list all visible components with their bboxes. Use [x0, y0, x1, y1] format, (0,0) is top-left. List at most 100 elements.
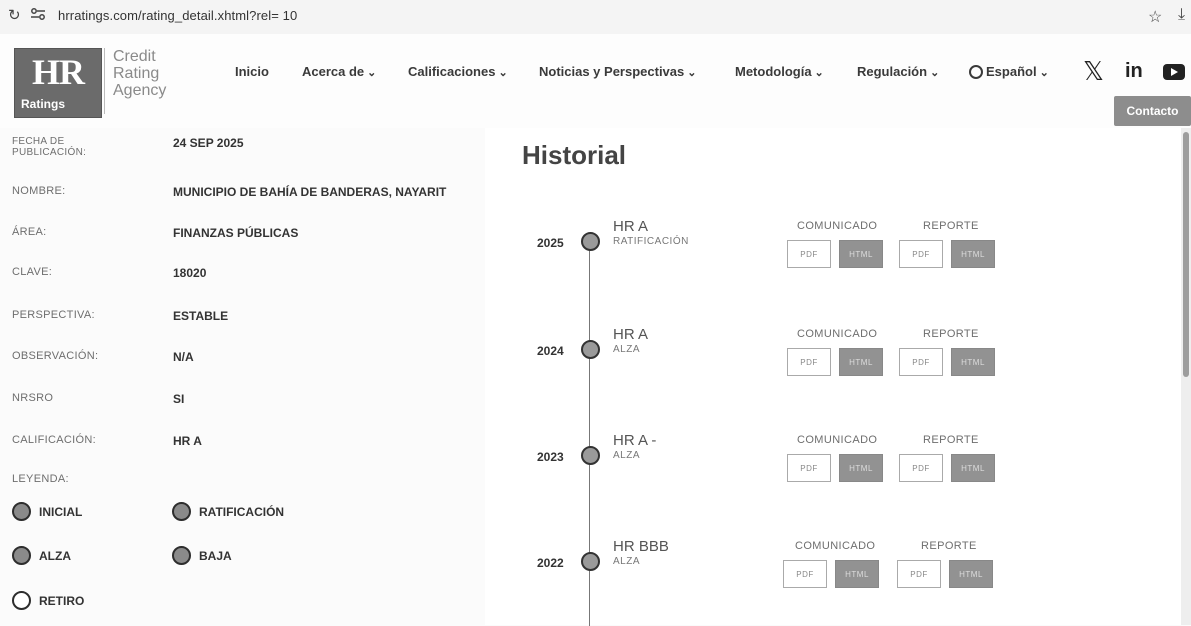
comunicado-html-button[interactable]: HTML — [839, 348, 883, 376]
info-label: ÁREA: — [12, 226, 47, 238]
logo-divider — [104, 48, 105, 114]
browser-toolbar: ↻ hrratings.com/rating_detail.xhtml?rel=… — [0, 0, 1191, 35]
comunicado-pdf-button[interactable]: PDF — [787, 348, 831, 376]
nav-regulacion[interactable]: Regulación ⌄ — [857, 64, 939, 79]
comunicado-pdf-button[interactable]: PDF — [787, 454, 831, 482]
chevron-down-icon: ⌄ — [498, 67, 508, 79]
historial-panel: Historial 2025 HR A RATIFICACIÓN COMUNIC… — [485, 128, 1181, 626]
reporte-html-button[interactable]: HTML — [949, 560, 993, 588]
comunicado-label: COMUNICADO — [797, 434, 878, 446]
history-entry: 2025 HR A RATIFICACIÓN COMUNICADO REPORT… — [485, 218, 1181, 278]
nav-noticias-label: Noticias y Perspectivas — [539, 64, 685, 79]
reporte-label: REPORTE — [923, 328, 979, 340]
info-value: N/A — [173, 350, 194, 364]
reporte-pdf-button[interactable]: PDF — [899, 454, 943, 482]
info-value: 18020 — [173, 266, 207, 280]
contact-button[interactable]: Contacto — [1114, 96, 1191, 126]
address-bar-url[interactable]: hrratings.com/rating_detail.xhtml?rel= 1… — [58, 8, 297, 23]
timeline-node-icon — [581, 340, 600, 359]
agency-line-1: Credit — [113, 48, 156, 65]
info-label: NOMBRE: — [12, 185, 66, 197]
chevron-down-icon: ⌄ — [930, 67, 940, 79]
legend-dot-icon — [12, 546, 31, 565]
linkedin-icon[interactable]: in — [1125, 60, 1143, 83]
timeline-node-icon — [581, 446, 600, 465]
nav-metodologia[interactable]: Metodología ⌄ — [735, 64, 824, 79]
nav-acerca-de[interactable]: Acerca de ⌄ — [302, 64, 376, 79]
agency-line-3: Agency — [113, 82, 167, 99]
reporte-html-button[interactable]: HTML — [951, 240, 995, 268]
entry-year: 2023 — [537, 450, 564, 464]
reporte-pdf-button[interactable]: PDF — [899, 348, 943, 376]
reload-icon[interactable]: ↻ — [8, 6, 21, 24]
entry-rating: HR A — [613, 326, 649, 343]
comunicado-html-button[interactable]: HTML — [839, 240, 883, 268]
info-value: MUNICIPIO DE BAHÍA DE BANDERAS, NAYARIT — [173, 185, 447, 199]
legend-dot-icon — [12, 591, 31, 610]
entry-year: 2022 — [537, 556, 564, 570]
scrollbar-thumb[interactable] — [1183, 132, 1189, 377]
legend-heading: LEYENDA: — [12, 473, 69, 485]
bookmark-star-icon[interactable]: ☆ — [1148, 7, 1162, 27]
site-info-icon[interactable] — [28, 4, 48, 24]
entry-action: RATIFICACIÓN — [613, 236, 689, 247]
page-scrollbar[interactable] — [1181, 128, 1191, 625]
comunicado-html-button[interactable]: HTML — [835, 560, 879, 588]
agency-line-2: Rating — [113, 65, 160, 82]
chevron-down-icon: ⌄ — [367, 67, 377, 79]
info-label: OBSERVACIÓN: — [12, 350, 99, 362]
hr-ratings-logo[interactable]: HR Ratings — [14, 48, 102, 118]
reporte-label: REPORTE — [923, 220, 979, 232]
reporte-pdf-button[interactable]: PDF — [897, 560, 941, 588]
nav-noticias[interactable]: Noticias y Perspectivas ⌄ — [539, 64, 696, 79]
info-value: FINANZAS PÚBLICAS — [173, 226, 299, 240]
comunicado-label: COMUNICADO — [795, 540, 876, 552]
chevron-down-icon: ⌄ — [1039, 67, 1049, 79]
entry-rating: HR A - — [613, 432, 657, 449]
entry-year: 2025 — [537, 236, 564, 250]
info-value: ESTABLE — [173, 309, 229, 323]
timeline-node-icon — [581, 232, 600, 251]
comunicado-pdf-button[interactable]: PDF — [783, 560, 827, 588]
historial-title: Historial — [522, 140, 627, 170]
nav-language[interactable]: Español ⌄ — [969, 64, 1049, 79]
entry-action: ALZA — [613, 450, 641, 461]
legend-dot-icon — [172, 546, 191, 565]
reporte-html-button[interactable]: HTML — [951, 454, 995, 482]
comunicado-html-button[interactable]: HTML — [839, 454, 883, 482]
chevron-down-icon: ⌄ — [687, 67, 697, 79]
history-entry: 2024 HR A ALZA COMUNICADO REPORTE PDF HT… — [485, 326, 1181, 386]
history-entry: 2022 HR BBB ALZA COMUNICADO REPORTE PDF … — [485, 538, 1181, 598]
nav-regulacion-label: Regulación — [857, 64, 928, 79]
info-label: PERSPECTIVA: — [12, 309, 95, 321]
nav-inicio[interactable]: Inicio — [235, 64, 269, 79]
logo-ratings-text: Ratings — [21, 97, 66, 111]
youtube-icon[interactable] — [1163, 64, 1185, 80]
reporte-html-button[interactable]: HTML — [951, 348, 995, 376]
legend-label: ALZA — [39, 549, 71, 563]
reporte-pdf-button[interactable]: PDF — [899, 240, 943, 268]
comunicado-label: COMUNICADO — [797, 220, 878, 232]
legend-label: BAJA — [199, 549, 232, 563]
site-header: HR Ratings Credit Rating Agency Inicio A… — [0, 34, 1191, 128]
info-value: HR A — [173, 434, 202, 448]
download-icon[interactable]: ⤓ — [1178, 6, 1185, 24]
reporte-label: REPORTE — [921, 540, 977, 552]
reporte-label: REPORTE — [923, 434, 979, 446]
entry-action: ALZA — [613, 344, 641, 355]
entry-rating: HR BBB — [613, 538, 669, 555]
legend-dot-icon — [12, 502, 31, 521]
rating-info-panel: FECHA DE PUBLICACIÓN: 24 SEP 2025 NOMBRE… — [0, 128, 485, 625]
x-social-icon[interactable]: 𝕏 — [1083, 56, 1104, 87]
nav-metodologia-label: Metodología — [735, 64, 812, 79]
comunicado-label: COMUNICADO — [797, 328, 878, 340]
legend-label: RATIFICACIÓN — [199, 505, 285, 519]
nav-acerca-de-label: Acerca de — [302, 64, 365, 79]
legend-label: RETIRO — [39, 594, 85, 608]
info-value: 24 SEP 2025 — [173, 136, 244, 150]
nav-inicio-label: Inicio — [235, 64, 269, 79]
nav-calificaciones[interactable]: Calificaciones ⌄ — [408, 64, 508, 79]
comunicado-pdf-button[interactable]: PDF — [787, 240, 831, 268]
info-label: NRSRO — [12, 392, 54, 404]
entry-rating: HR A — [613, 218, 649, 235]
